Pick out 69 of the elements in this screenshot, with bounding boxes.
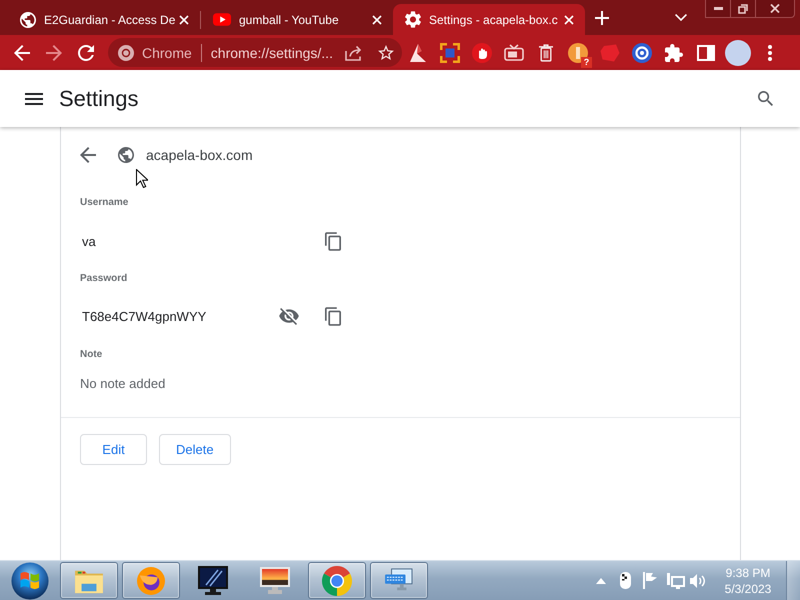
minimize-icon [714,7,722,10]
back-arrow-icon[interactable] [80,147,96,163]
network-icon[interactable] [667,572,685,588]
speaker-icon[interactable] [690,574,706,588]
delete-button[interactable]: Delete [159,434,231,465]
copy-icon[interactable] [325,306,341,326]
picture-monitor-icon[interactable] [260,567,290,594]
note-value: No note added [80,375,166,393]
restore-icon [738,4,748,14]
star-icon[interactable] [378,45,394,60]
tab[interactable]: E2Guardian - Access De [8,4,200,35]
bracket-square-icon[interactable] [440,42,460,62]
close-button[interactable] [755,0,795,18]
reload-icon[interactable] [78,44,94,60]
mouse-pointer-icon [136,169,148,188]
monitor-icon[interactable] [198,566,228,595]
menu-icon[interactable] [25,92,43,104]
restore-button[interactable] [730,0,755,18]
site-name: acapela-box.com [146,147,253,163]
arrow-logo-icon[interactable] [408,42,428,62]
close-icon [770,4,780,13]
fox-logo-icon [137,566,165,594]
extension-badge: ? [581,57,592,68]
tab[interactable]: Settings - acapela-box.c [393,4,585,35]
avatar-icon[interactable] [725,40,751,66]
round-logo-icon [322,566,352,596]
flag-icon[interactable] [643,572,658,589]
gear-icon [405,11,421,28]
taskbar-button[interactable] [308,562,366,599]
hand-icon[interactable] [472,42,492,62]
site-info-chip[interactable]: Chrome [118,44,192,60]
chevron-down-icon[interactable] [675,14,687,21]
show-desktop-button[interactable] [786,561,800,600]
url-text: chrome://settings/... [210,44,333,60]
puzzle-icon[interactable] [665,44,683,62]
ring-logo-icon[interactable] [632,42,652,62]
username-value: va [81,234,97,248]
close-icon[interactable] [179,14,189,24]
globe-icon [20,12,36,28]
edit-button[interactable]: Edit [80,434,147,465]
taskbar-button[interactable] [370,562,428,599]
tv-icon[interactable] [504,44,524,61]
search-icon[interactable] [758,91,773,106]
taskbar-button[interactable] [60,562,118,599]
taskbar-button[interactable] [122,562,180,599]
side-panel-icon[interactable] [697,44,715,60]
keyboard-monitor-icon [384,568,414,594]
password-value: T68e4C7W4gpnWYY [81,308,208,324]
field-label: Note [80,348,102,362]
field-label: Username [80,196,128,210]
close-icon[interactable] [372,14,382,24]
address-field[interactable]: Chrome chrome://settings/... [108,38,402,67]
minimize-button[interactable] [705,0,730,18]
back-arrow-icon[interactable] [14,44,30,60]
close-icon[interactable] [564,14,574,24]
eye-off-icon[interactable] [279,308,299,324]
more-menu-icon[interactable] [768,44,772,60]
page-title: Settings [59,86,138,112]
tab[interactable]: gumball - YouTube [201,4,393,35]
round-logo-icon [118,44,134,60]
plus-icon[interactable] [595,10,609,24]
field-label: Password [80,272,128,286]
globe-icon [118,147,134,163]
start-orb-icon[interactable] [11,562,49,600]
trash-icon[interactable] [539,44,553,62]
copy-icon[interactable] [325,232,341,250]
video-play-icon [213,13,231,26]
mouse-icon[interactable] [620,572,631,589]
share-icon[interactable] [345,44,363,60]
